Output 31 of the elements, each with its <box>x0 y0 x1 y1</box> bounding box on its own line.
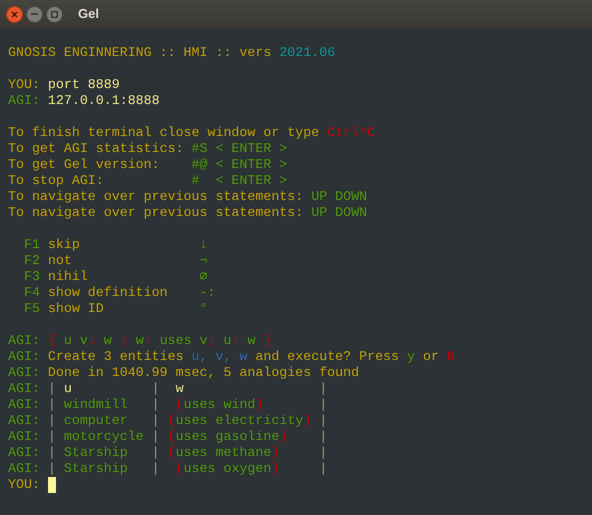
minimize-button[interactable] <box>26 6 43 22</box>
terminal-line: AGI: | motorcycle | (uses gasoline) | <box>8 429 328 445</box>
terminal-line: F4 show definition -: <box>22 285 216 301</box>
terminal-line: AGI: Done in 1040.99 msec, 5 analogies found <box>8 365 360 381</box>
minimize-icon <box>31 13 38 15</box>
window-title: Gel <box>78 5 99 24</box>
maximize-icon <box>51 10 58 18</box>
terminal-line: F2 not ¬ <box>22 253 208 269</box>
terminal-line: YOU: port 8889 <box>8 77 121 93</box>
terminal-line: F3 nihil ∅ <box>22 269 209 285</box>
terminal-line: AGI: | Starship | (uses oxygen) | <box>8 461 328 477</box>
terminal-line: To get Gel version: #@ < ENTER > <box>8 157 288 173</box>
terminal-line: To navigate over previous statements: UP DOWN <box>8 189 368 205</box>
close-button[interactable] <box>6 6 23 22</box>
terminal-line: AGI: { u v↓ w | w: uses v; u: w } <box>8 333 272 349</box>
terminal-line: To finish terminal close window or type Ctrl^C <box>8 125 376 141</box>
prompt-label: YOU: <box>8 477 41 493</box>
terminal-line: To get AGI statistics: #S < ENTER > <box>8 141 288 157</box>
terminal-line: AGI: | u | w | <box>8 381 328 397</box>
terminal-line: F1 skip ↓ <box>22 237 208 253</box>
terminal-line: AGI: | Starship | (uses methane) | <box>8 445 328 461</box>
maximize-button[interactable] <box>46 6 63 22</box>
terminal-line: To navigate over previous statements: UP DOWN <box>8 205 368 221</box>
terminal-line: To stop AGI: # < ENTER > <box>8 173 288 189</box>
terminal-line: AGI: Create 3 entities u, v, w and execute? Press y or N <box>8 349 456 365</box>
close-icon <box>11 10 18 18</box>
terminal-line: AGI: | windmill | (uses wind) | <box>8 397 328 413</box>
terminal-line: AGI: | computer | (uses electricity) | <box>8 413 328 429</box>
terminal-line: F5 show ID ° <box>22 301 208 317</box>
terminal-line: GNOSIS ENGINNERING :: HMI :: vers 2021.06 <box>8 45 336 61</box>
terminal-line: AGI: 127.0.0.1:8888 <box>8 93 161 109</box>
